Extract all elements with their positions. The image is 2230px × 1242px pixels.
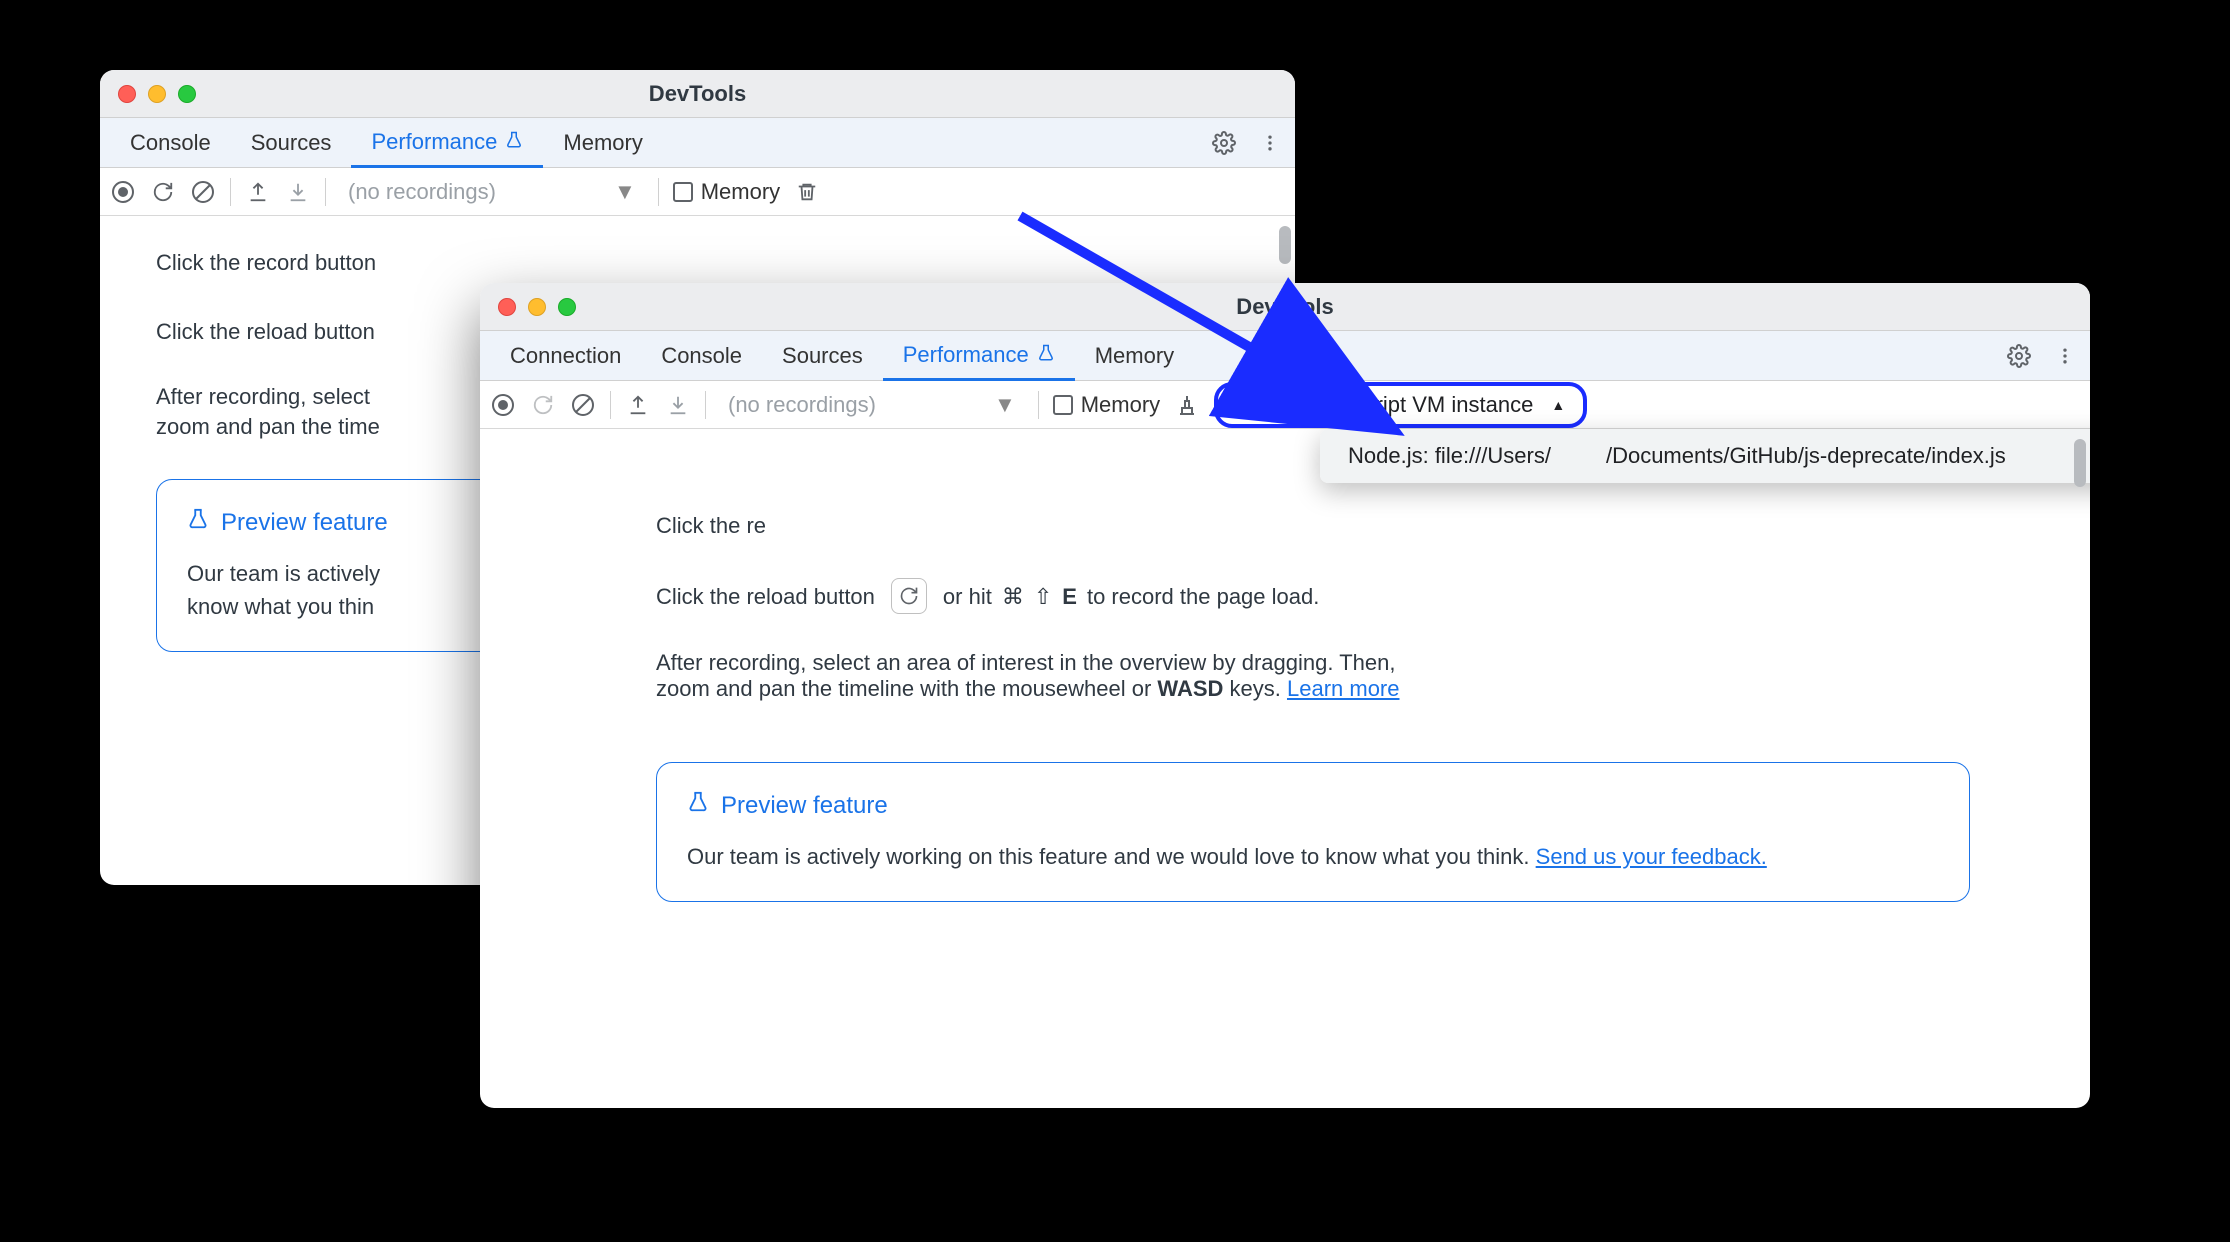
flask-icon <box>187 508 209 537</box>
minimize-window-button[interactable] <box>148 85 166 103</box>
tab-performance[interactable]: Performance <box>883 332 1075 381</box>
tab-label: Sources <box>251 130 332 156</box>
memory-checkbox-group: Memory <box>673 179 780 205</box>
tab-memory[interactable]: Memory <box>1075 331 1194 380</box>
gear-icon[interactable] <box>2006 343 2032 369</box>
divider <box>325 178 326 206</box>
tab-console[interactable]: Console <box>641 331 762 380</box>
key-letter: E <box>1062 580 1077 613</box>
hint-line: Click the reload button or hit ⌘ ⇧ E to … <box>656 578 1970 614</box>
performance-toolbar: (no recordings) ▼ Memory Select JavaScri… <box>480 381 2090 429</box>
reload-key-icon <box>891 578 927 614</box>
preview-card-title: Preview feature <box>721 792 888 820</box>
memory-checkbox[interactable] <box>673 182 693 202</box>
close-window-button[interactable] <box>498 298 516 316</box>
record-icon[interactable] <box>110 179 136 205</box>
minimize-window-button[interactable] <box>528 298 546 316</box>
window-title: DevTools <box>649 81 746 107</box>
clear-icon[interactable] <box>190 179 216 205</box>
wasd-label: WASD <box>1157 676 1223 701</box>
download-icon[interactable] <box>665 392 691 418</box>
clear-icon[interactable] <box>570 392 596 418</box>
learn-more-link[interactable]: Learn more <box>1287 676 1400 701</box>
download-icon[interactable] <box>285 179 311 205</box>
flask-icon <box>505 129 523 155</box>
tab-label: Performance <box>371 129 497 155</box>
performance-content: Click the re Click the reload button or … <box>480 429 2090 922</box>
feedback-link[interactable]: Send us your feedback. <box>1536 844 1767 869</box>
tab-label: Connection <box>510 343 621 369</box>
tab-label: Console <box>661 343 742 369</box>
reload-icon[interactable] <box>530 392 556 418</box>
tab-connection[interactable]: Connection <box>490 331 641 380</box>
tab-sources[interactable]: Sources <box>762 331 883 380</box>
performance-toolbar: (no recordings) ▼ Memory <box>100 168 1295 216</box>
recording-select-label: (no recordings) <box>348 179 496 205</box>
zoom-window-button[interactable] <box>178 85 196 103</box>
scrollbar[interactable] <box>1279 226 1291 264</box>
upload-icon[interactable] <box>625 392 651 418</box>
shift-key: ⇧ <box>1034 580 1052 613</box>
tabbar: Connection Console Sources Performance M… <box>480 331 2090 381</box>
divider <box>610 391 611 419</box>
hint-line: After recording, select an area of inter… <box>656 650 1970 702</box>
more-icon[interactable] <box>1257 130 1283 156</box>
divider <box>705 391 706 419</box>
tab-label: Memory <box>1095 343 1174 369</box>
hint-line: Click the re <box>656 509 1970 542</box>
recording-select[interactable]: (no recordings) ▼ <box>720 392 1024 418</box>
cmd-key: ⌘ <box>1002 580 1024 613</box>
tab-performance[interactable]: Performance <box>351 119 543 168</box>
preview-card-header: Preview feature <box>687 791 1939 820</box>
close-window-button[interactable] <box>118 85 136 103</box>
tab-memory[interactable]: Memory <box>543 118 662 167</box>
tab-console[interactable]: Console <box>110 118 231 167</box>
vm-instance-select[interactable]: Select JavaScript VM instance ▲ <box>1214 382 1587 428</box>
tab-sources[interactable]: Sources <box>231 118 352 167</box>
cleanup-icon[interactable] <box>1174 392 1200 418</box>
memory-checkbox-group: Memory <box>1053 392 1160 418</box>
traffic-lights <box>100 85 196 103</box>
recording-select-label: (no recordings) <box>728 392 876 418</box>
preview-card-body: Our team is actively working on this fea… <box>687 840 1939 873</box>
memory-checkbox-label: Memory <box>1081 392 1160 418</box>
flask-icon <box>1037 342 1055 368</box>
scrollbar[interactable] <box>2074 439 2086 487</box>
vm-instance-label: Select JavaScript VM instance <box>1236 392 1533 418</box>
devtools-window-front: DevTools Connection Console Sources Perf… <box>480 283 2090 1108</box>
chevron-up-icon: ▲ <box>1551 397 1565 413</box>
chevron-down-icon: ▼ <box>994 392 1016 418</box>
recording-select[interactable]: (no recordings) ▼ <box>340 179 644 205</box>
chevron-down-icon: ▼ <box>614 179 636 205</box>
preview-feature-card: Preview feature Our team is actively wor… <box>656 762 1970 902</box>
window-title: DevTools <box>1236 294 1333 320</box>
memory-checkbox[interactable] <box>1053 395 1073 415</box>
flask-icon <box>687 791 709 820</box>
preview-card-title: Preview feature <box>221 509 388 537</box>
titlebar[interactable]: DevTools <box>100 70 1295 118</box>
hint-line: Click the record button <box>156 246 1239 279</box>
memory-checkbox-label: Memory <box>701 179 780 205</box>
reload-icon[interactable] <box>150 179 176 205</box>
record-icon[interactable] <box>490 392 516 418</box>
divider <box>658 178 659 206</box>
more-icon[interactable] <box>2052 343 2078 369</box>
divider <box>230 178 231 206</box>
tab-label: Memory <box>563 130 642 156</box>
gear-icon[interactable] <box>1211 130 1237 156</box>
upload-icon[interactable] <box>245 179 271 205</box>
trash-icon[interactable] <box>794 179 820 205</box>
divider <box>1038 391 1039 419</box>
tab-label: Sources <box>782 343 863 369</box>
tabbar: Console Sources Performance Memory <box>100 118 1295 168</box>
tab-label: Performance <box>903 342 1029 368</box>
titlebar[interactable]: DevTools <box>480 283 2090 331</box>
tab-label: Console <box>130 130 211 156</box>
zoom-window-button[interactable] <box>558 298 576 316</box>
traffic-lights <box>480 298 576 316</box>
